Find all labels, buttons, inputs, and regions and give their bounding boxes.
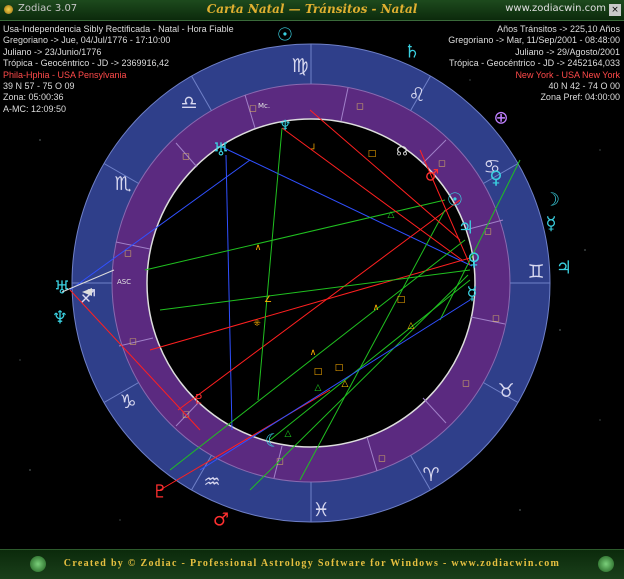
mercury-natal-icon: ☿	[466, 284, 477, 305]
svg-text:∧: ∧	[255, 243, 262, 253]
sign-glyph: ♌	[408, 84, 425, 106]
svg-text:△: △	[388, 210, 395, 220]
chart-wheel[interactable]: ♍ ♎ ♏ ♐ ♑ ♒ ♓ ♈ ♉ ♊ ♋ ♌ □□□ □□□ □□□ □□□ …	[0, 0, 624, 549]
svg-text:┘: ┘	[310, 143, 316, 155]
sign-glyph: ♒	[203, 471, 220, 493]
chiron-transit-icon: ⊕	[493, 108, 508, 129]
svg-text:□: □	[368, 149, 377, 159]
footer-logo-icon	[598, 556, 614, 572]
svg-text:□: □	[484, 227, 492, 236]
sign-glyph: ♎	[180, 92, 197, 114]
sign-glyph: ♈	[422, 464, 439, 486]
svg-text:△: △	[342, 379, 349, 389]
svg-text:∧: ∧	[310, 348, 317, 358]
sign-glyph: ♉	[497, 380, 514, 402]
venus-transit-icon: ♀	[489, 168, 502, 189]
svg-text:□: □	[356, 102, 364, 111]
sign-glyph: ♐	[79, 286, 96, 308]
svg-text:□: □	[182, 152, 190, 161]
sign-glyph: ♊	[527, 261, 544, 283]
svg-text:□: □	[462, 379, 470, 388]
svg-text:△: △	[408, 321, 415, 331]
sign-glyph: ♏	[114, 173, 131, 195]
svg-text:□: □	[378, 454, 386, 463]
jupiter-transit-icon: ♃	[556, 258, 572, 279]
sign-glyph: ♑	[119, 391, 136, 413]
venus-natal-icon: ♀	[467, 250, 480, 271]
sun-natal-icon: ☉	[447, 190, 463, 211]
sun-transit-icon: ☉	[277, 25, 293, 46]
saturn-transit-icon: ♄	[404, 42, 420, 63]
svg-text:⁜: ⁜	[253, 319, 261, 329]
moon-transit-icon: ☽	[544, 190, 560, 211]
svg-text:□: □	[314, 367, 323, 377]
mars-natal-icon: ♂	[425, 166, 439, 185]
svg-text:□: □	[397, 295, 406, 305]
svg-text:△: △	[285, 429, 292, 439]
svg-text:□: □	[438, 159, 446, 168]
pluto-transit-icon: ♇	[152, 482, 168, 503]
uranus-transit-icon: ♅	[54, 278, 70, 299]
asc-label: ASC	[117, 278, 131, 286]
mercury-transit-icon: ☿	[545, 214, 556, 235]
mars-transit-icon: ♂	[213, 510, 229, 531]
svg-text:△: △	[315, 383, 322, 393]
mc-label: Mc.	[258, 102, 270, 110]
jupiter-natal-icon: ♃	[458, 218, 474, 239]
svg-text:□: □	[492, 314, 500, 323]
svg-text:□: □	[249, 104, 257, 113]
sign-glyph: ♍	[291, 55, 308, 77]
neptune-transit-icon: ♆	[52, 308, 68, 329]
svg-text:□: □	[129, 337, 137, 346]
node-transit-icon: ♆	[279, 118, 292, 134]
footer-bar: Created by © Zodiac - Professional Astro…	[0, 549, 624, 579]
svg-text:∧: ∧	[373, 303, 380, 313]
svg-text:∠: ∠	[264, 295, 272, 305]
svg-text:□: □	[335, 363, 344, 373]
uranus-natal-icon: ♅	[213, 140, 229, 161]
node-natal-icon: ☊	[396, 145, 408, 160]
pluto-natal-icon: ♇	[193, 393, 205, 408]
sign-glyph: ♓	[312, 499, 329, 521]
footer-text: Created by © Zodiac - Professional Astro…	[63, 558, 561, 569]
moon-natal-icon: ☾	[265, 431, 281, 452]
